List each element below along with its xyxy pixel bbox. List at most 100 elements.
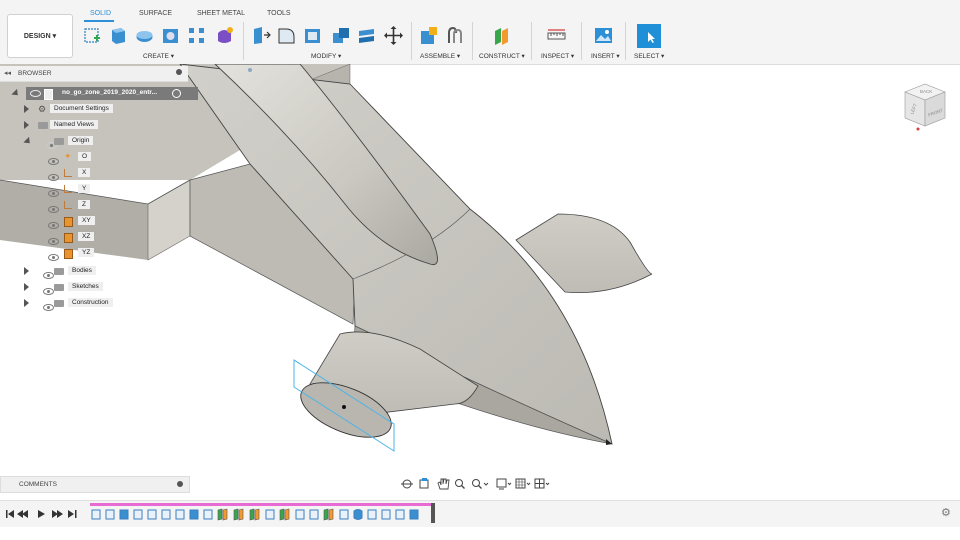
- joint-icon[interactable]: [444, 25, 465, 46]
- origin-item-y[interactable]: Y: [48, 182, 91, 197]
- visibility-eye-icon[interactable]: [48, 221, 59, 229]
- comments-panel[interactable]: COMMENTS: [0, 476, 190, 493]
- timeline-sketch-icon[interactable]: [265, 509, 275, 520]
- origin-item-z[interactable]: Z: [48, 198, 90, 213]
- timeline-settings-gear-icon[interactable]: ⚙: [941, 506, 951, 519]
- expand-arrow-icon[interactable]: [24, 121, 29, 129]
- timeline-sketch-icon[interactable]: [91, 509, 101, 520]
- timeline-sketch-icon[interactable]: [133, 509, 143, 520]
- step-back-icon[interactable]: [17, 510, 28, 518]
- grid-settings-icon[interactable]: [515, 478, 531, 489]
- origin-item-x[interactable]: X: [48, 166, 91, 181]
- collapse-arrow-icon[interactable]: [11, 88, 21, 98]
- visibility-eye-icon[interactable]: [48, 253, 59, 261]
- browser-header[interactable]: ◂◂ BROWSER: [0, 66, 188, 82]
- create-menu[interactable]: CREATE ▾: [143, 52, 174, 60]
- 3d-viewport[interactable]: [0, 64, 960, 500]
- look-at-icon[interactable]: [419, 478, 429, 489]
- modify-menu[interactable]: MODIFY ▾: [311, 52, 341, 60]
- select-menu[interactable]: SELECT ▾: [634, 52, 664, 60]
- origin-item-xy[interactable]: XY: [48, 214, 95, 229]
- combine-icon[interactable]: [330, 25, 351, 46]
- fillet-icon[interactable]: [276, 25, 297, 46]
- origin-item-point[interactable]: ✦ O: [48, 150, 92, 165]
- tree-document-settings[interactable]: ⚙ Document Settings: [24, 102, 113, 116]
- timeline-sketch-icon[interactable]: [395, 509, 405, 520]
- move-copy-icon[interactable]: [383, 25, 404, 46]
- timeline-sketch-icon[interactable]: [339, 509, 349, 520]
- inspect-menu[interactable]: INSPECT ▾: [541, 52, 574, 60]
- timeline-sketch-icon[interactable]: [381, 509, 391, 520]
- tree-origin[interactable]: Origin: [23, 134, 94, 149]
- timeline-sketch-icon[interactable]: [175, 509, 185, 520]
- browser-options-icon[interactable]: [176, 69, 182, 75]
- pan-hand-icon[interactable]: [437, 478, 450, 490]
- visibility-eye-icon[interactable]: [43, 287, 54, 295]
- expand-arrow-icon[interactable]: [24, 105, 29, 113]
- visibility-eye-icon[interactable]: [48, 157, 59, 165]
- tree-bodies[interactable]: Bodies: [24, 264, 96, 279]
- timeline-sketch-icon[interactable]: [309, 509, 319, 520]
- insert-menu[interactable]: INSERT ▾: [591, 52, 620, 60]
- hole-icon[interactable]: [160, 25, 181, 46]
- tree-root-row[interactable]: no_go_zone_2019_2020_entr...: [11, 86, 198, 100]
- timeline-plane-icon[interactable]: [279, 508, 285, 521]
- create-sketch-icon[interactable]: [82, 25, 103, 46]
- expand-arrow-icon[interactable]: [24, 283, 29, 291]
- visibility-eye-icon[interactable]: [43, 303, 54, 311]
- visibility-eye-icon[interactable]: [48, 205, 59, 213]
- display-settings-icon[interactable]: [496, 478, 512, 490]
- origin-item-yz[interactable]: YZ: [48, 246, 95, 261]
- comments-add-icon[interactable]: [177, 481, 183, 487]
- measure-icon[interactable]: [546, 25, 567, 46]
- extrude-icon[interactable]: [108, 25, 129, 46]
- shell-icon[interactable]: [302, 25, 323, 46]
- timeline-sketch-icon[interactable]: [161, 509, 171, 520]
- tab-sheet-metal[interactable]: SHEET METAL: [197, 10, 245, 17]
- visibility-eye-icon[interactable]: [43, 271, 54, 279]
- activate-radio-icon[interactable]: [172, 89, 181, 98]
- go-to-start-icon[interactable]: [6, 510, 14, 518]
- zoom-window-icon[interactable]: [455, 479, 465, 489]
- select-cursor-icon[interactable]: [637, 24, 661, 48]
- timeline-plane-icon[interactable]: [323, 508, 329, 521]
- orbit-icon[interactable]: [401, 479, 413, 489]
- timeline-plane-icon[interactable]: [217, 508, 223, 521]
- tab-surface[interactable]: SURFACE: [139, 10, 172, 17]
- visibility-eye-icon[interactable]: [48, 237, 59, 245]
- timeline-sketch-icon[interactable]: [367, 509, 377, 520]
- collapse-arrow-icon[interactable]: [23, 136, 33, 146]
- timeline-marker[interactable]: [431, 503, 435, 523]
- pattern-icon[interactable]: [186, 25, 207, 46]
- new-component-icon[interactable]: [418, 25, 439, 46]
- timeline-extrude-icon[interactable]: [189, 509, 199, 520]
- expand-arrow-icon[interactable]: [24, 267, 29, 275]
- viewports-icon[interactable]: [534, 478, 550, 489]
- timeline-plane-icon[interactable]: [249, 508, 255, 521]
- insert-image-icon[interactable]: [593, 25, 614, 46]
- create-form-icon[interactable]: [214, 25, 235, 46]
- design-workspace-button[interactable]: DESIGN ▾: [7, 14, 73, 58]
- timeline-loft-icon[interactable]: [353, 509, 363, 520]
- collapse-panel-icon[interactable]: ◂◂: [4, 69, 11, 77]
- visibility-eye-icon[interactable]: [48, 189, 59, 197]
- timeline-sketch-icon[interactable]: [295, 509, 305, 520]
- tab-solid[interactable]: SOLID: [90, 10, 111, 17]
- revolve-icon[interactable]: [134, 25, 155, 46]
- timeline-sketch-icon[interactable]: [147, 509, 157, 520]
- split-body-icon[interactable]: [356, 25, 377, 46]
- visibility-eye-icon[interactable]: [48, 173, 59, 181]
- assemble-menu[interactable]: ASSEMBLE ▾: [420, 52, 460, 60]
- offset-plane-icon[interactable]: [491, 25, 512, 46]
- timeline-extrude-icon[interactable]: [119, 509, 129, 520]
- play-icon[interactable]: [38, 510, 45, 518]
- timeline-extrude-icon[interactable]: [409, 509, 419, 520]
- tab-tools[interactable]: TOOLS: [267, 10, 291, 17]
- timeline-sketch-icon[interactable]: [203, 509, 213, 520]
- tree-construction[interactable]: Construction: [24, 296, 113, 311]
- visibility-eye-icon[interactable]: [30, 90, 41, 97]
- viewcube[interactable]: BACK LEFT FRONT: [900, 76, 950, 134]
- timeline-sketch-icon[interactable]: [105, 509, 115, 520]
- expand-arrow-icon[interactable]: [24, 299, 29, 307]
- press-pull-icon[interactable]: [250, 25, 271, 46]
